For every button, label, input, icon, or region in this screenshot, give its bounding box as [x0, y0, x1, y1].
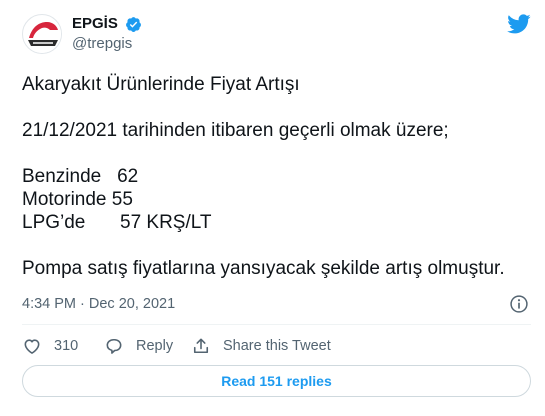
info-icon[interactable]	[509, 294, 529, 314]
tweet-card: EPGİS @trepgis Akaryakıt Ürünlerinde Fiy…	[0, 0, 545, 416]
price-value: 55	[111, 189, 133, 210]
reply-label: Reply	[136, 338, 174, 354]
price-row-motorin: Motorinde 55	[22, 188, 531, 211]
read-replies-button[interactable]: Read 151 replies	[22, 365, 531, 397]
tweet-header: EPGİS @trepgis	[22, 12, 531, 56]
like-count: 310	[54, 338, 79, 354]
twitter-bird-icon[interactable]	[507, 12, 531, 36]
price-value: 57 KRŞ/LT	[120, 212, 212, 233]
price-value: 62	[117, 166, 139, 187]
reply-bubble-icon	[106, 338, 122, 354]
price-row-benzin: Benzinde 62	[22, 165, 531, 188]
tweet-text: Akaryakıt Ürünlerinde Fiyat Artışı 21/12…	[22, 73, 531, 280]
verified-badge-icon	[126, 16, 142, 32]
tweet-meta: 4:34 PM · Dec 20, 2021	[22, 294, 531, 314]
heart-icon	[24, 339, 40, 354]
price-label: Motorinde	[22, 189, 107, 210]
reply-button[interactable]: Reply	[104, 334, 173, 358]
price-row-lpg: LPG’de 57 KRŞ/LT	[22, 211, 531, 234]
account-name-block[interactable]: EPGİS @trepgis	[72, 15, 142, 53]
divider	[22, 324, 531, 325]
like-button[interactable]: 310	[22, 334, 78, 358]
price-label: Benzinde	[22, 166, 102, 187]
account-handle[interactable]: @trepgis	[72, 35, 142, 53]
tweet-closing-line: Pompa satış fiyatlarına yansıyacak şekil…	[22, 258, 505, 279]
avatar[interactable]	[22, 14, 62, 54]
tweet-timestamp[interactable]: 4:34 PM · Dec 20, 2021	[22, 296, 175, 312]
epgis-logo-icon	[24, 16, 61, 53]
share-button[interactable]: Share this Tweet	[191, 334, 331, 358]
tweet-date-line: 21/12/2021 tarihinden itibaren geçerli o…	[22, 120, 449, 141]
tweet-actions: 310 Reply Share this Tweet	[22, 334, 531, 358]
share-icon	[193, 338, 209, 354]
display-name[interactable]: EPGİS	[72, 15, 118, 33]
tweet-title-line: Akaryakıt Ürünlerinde Fiyat Artışı	[22, 74, 300, 95]
share-label: Share this Tweet	[223, 338, 331, 354]
price-label: LPG’de	[22, 212, 86, 233]
